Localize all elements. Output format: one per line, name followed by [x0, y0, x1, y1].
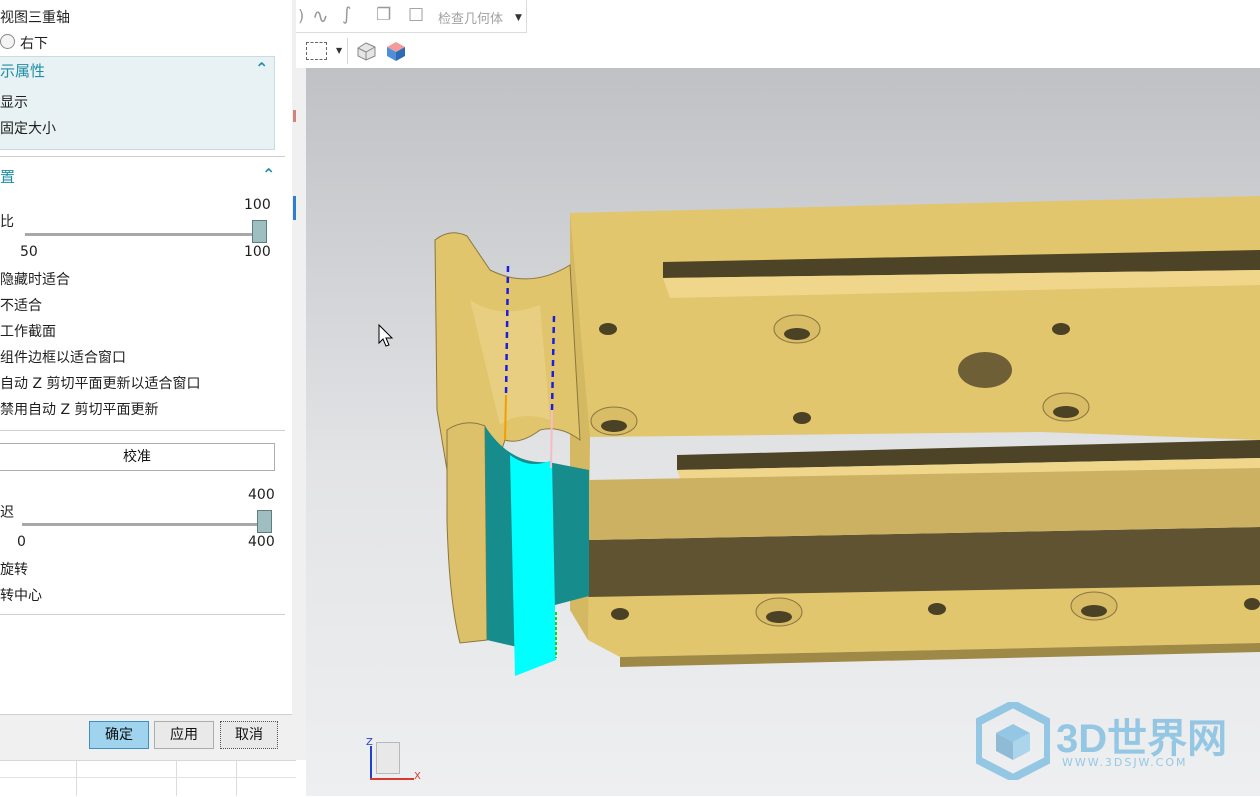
axis-triad: Z X [364, 737, 424, 788]
grid-line [176, 760, 177, 796]
divider [0, 430, 285, 431]
dropdown-icon[interactable]: ▼ [336, 46, 342, 55]
option-component-bounds[interactable]: 组件边框以适合窗口 [0, 347, 126, 367]
option-no-fit[interactable]: 不适合 [0, 295, 42, 315]
delay-slider-track[interactable] [22, 523, 264, 526]
apply-button[interactable]: 应用 [154, 721, 214, 749]
bottom-grid [0, 760, 296, 797]
curve-icon[interactable]: ) [298, 6, 304, 25]
ratio-value: 100 [244, 197, 271, 213]
ratio-label: 比 [0, 214, 14, 230]
axis-z-label: Z [366, 737, 373, 748]
highlight-face [510, 455, 556, 676]
cad-model [434, 196, 1260, 676]
corner-radio[interactable] [0, 34, 15, 49]
ratio-min: 50 [20, 244, 38, 260]
show-option[interactable]: 显示 [0, 92, 28, 112]
axis-x-label: X [414, 771, 421, 782]
option-auto-z-clip[interactable]: 自动 Z 剪切平面更新以适合窗口 [0, 373, 201, 393]
triad-label: 视图三重轴 [0, 10, 70, 26]
option-rotate[interactable]: 旋转 [0, 559, 28, 579]
delay-min: 0 [17, 534, 26, 550]
option-disable-auto-z-clip[interactable]: 禁用自动 Z 剪切平面更新 [0, 399, 159, 419]
graphics-viewport[interactable]: Z X 3D世界网 WWW.3DSJW.COM [306, 68, 1260, 796]
display-attributes-title: 示属性 [0, 62, 46, 80]
grid-line [0, 777, 296, 778]
toolbar: ) ∿ ∫ ❐ □ 检查几何体 ▼ ▼ [296, 0, 1260, 68]
grid-line [236, 760, 237, 796]
box-icon[interactable]: ❐ [376, 5, 391, 25]
mouse-cursor-icon [378, 324, 394, 347]
calibrate-button[interactable]: 校准 [0, 443, 275, 471]
divider [0, 614, 285, 615]
divider [0, 156, 285, 157]
ratio-slider-track[interactable] [25, 233, 259, 236]
collapse-chevron-icon[interactable]: ⌃ [262, 165, 275, 184]
delay-max: 400 [248, 534, 275, 550]
collapse-chevron-icon[interactable]: ⌃ [255, 59, 268, 78]
cancel-button[interactable]: 取消 [220, 721, 278, 749]
delay-value: 400 [248, 487, 275, 503]
ratio-slider-handle[interactable] [252, 220, 267, 243]
delay-label: 迟 [0, 505, 14, 521]
check-geometry-label[interactable]: 检查几何体 [438, 8, 503, 27]
ratio-max: 100 [244, 244, 271, 260]
chevron-down-icon[interactable]: ▼ [515, 13, 522, 23]
select-box-icon[interactable] [306, 42, 327, 60]
panel-scroll-strip [292, 0, 306, 760]
corner-option-label: 右下 [20, 36, 48, 52]
curve-analysis-icon[interactable]: ∫ [342, 4, 351, 25]
lower-roller [446, 422, 488, 644]
view-cube-icon[interactable] [354, 39, 378, 63]
plate-top-face [570, 196, 1260, 440]
view-settings-dialog: 视图三重轴 右下 示属性 ⌃ 显示 固定大小 置 ⌃ 比 100 50 100 … [0, 0, 293, 761]
watermark: 3D世界网 WWW.3DSJW.COM [976, 698, 1256, 788]
settings-section-title: 置 [0, 168, 16, 186]
shaded-view-icon[interactable] [384, 39, 408, 63]
check-geometry-icon[interactable]: □ [408, 4, 424, 24]
option-rotate-center[interactable]: 转中心 [0, 585, 42, 605]
fixed-size-option[interactable]: 固定大小 [0, 118, 56, 138]
ok-button[interactable]: 确定 [89, 721, 149, 749]
option-work-section[interactable]: 工作截面 [0, 321, 56, 341]
watermark-logo-icon [976, 702, 1050, 780]
watermark-url: WWW.3DSJW.COM [1062, 756, 1188, 769]
spline-icon[interactable]: ∿ [312, 4, 329, 28]
option-fit-when-hidden[interactable]: 隐藏时适合 [0, 269, 70, 289]
delay-slider-handle[interactable] [257, 510, 272, 533]
grid-line [76, 760, 77, 796]
